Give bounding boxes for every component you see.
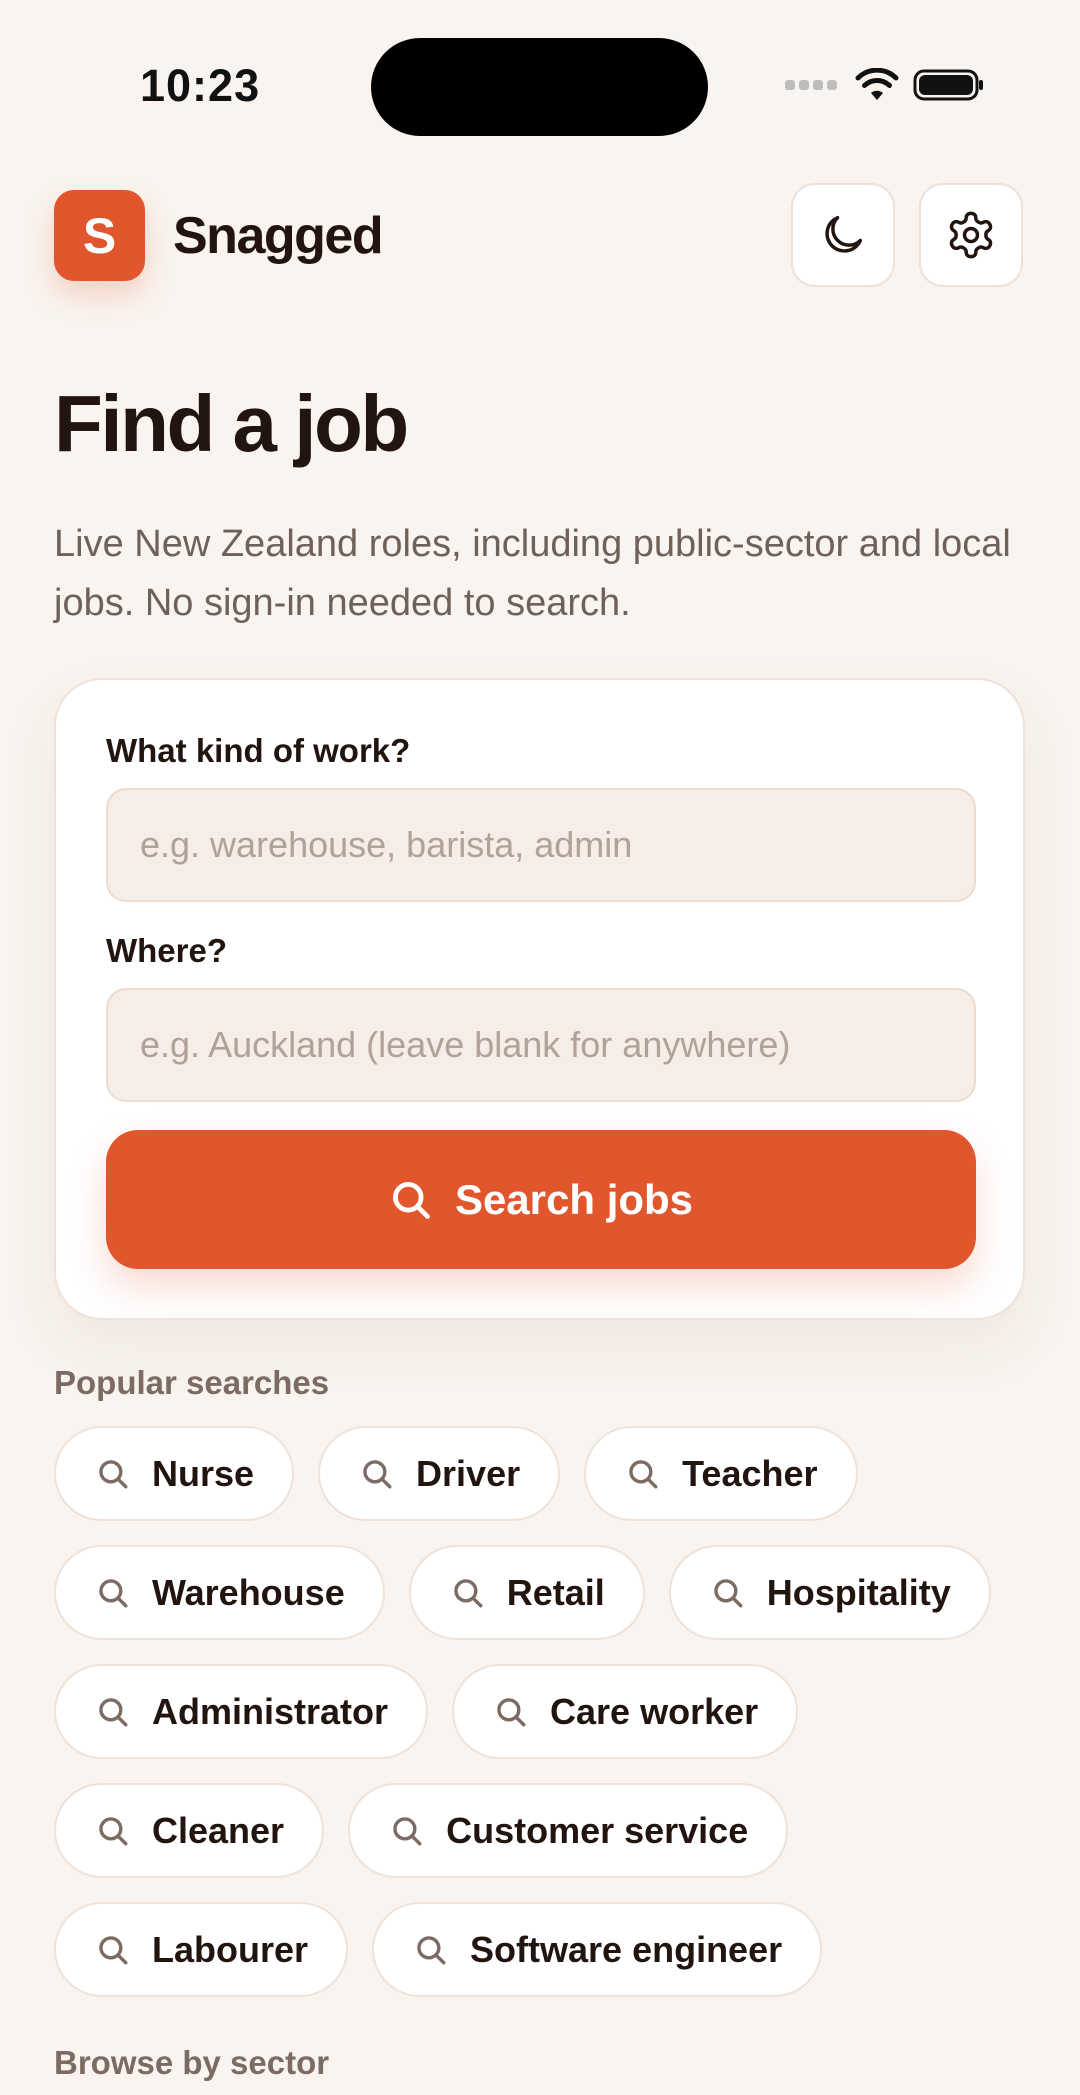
wifi-icon xyxy=(855,68,899,100)
popular-search-chip[interactable]: Labourer xyxy=(54,1902,349,1997)
status-indicators xyxy=(785,68,985,102)
chip-label: Hospitality xyxy=(766,1571,951,1613)
search-jobs-label: Search jobs xyxy=(454,1175,694,1223)
app-name: Snagged xyxy=(173,207,384,265)
chip-label: Teacher xyxy=(682,1452,818,1494)
chip-label: Administrator xyxy=(152,1690,389,1732)
app-logo[interactable]: S xyxy=(54,190,145,281)
search-icon xyxy=(96,1457,130,1491)
popular-search-chip[interactable]: Nurse xyxy=(54,1426,295,1521)
moon-icon xyxy=(825,215,863,253)
chip-label: Cleaner xyxy=(152,1809,285,1851)
search-icon xyxy=(96,1933,130,1967)
search-jobs-button[interactable]: Search jobs xyxy=(106,1130,976,1269)
search-icon xyxy=(96,1814,130,1848)
popular-searches-heading: Popular searches xyxy=(54,1364,330,1401)
popular-search-chip[interactable]: Hospitality xyxy=(668,1545,991,1640)
popular-search-chip[interactable]: Retail xyxy=(408,1545,645,1640)
search-card: What kind of work? Where? Search jobs xyxy=(54,678,1025,1320)
battery-icon xyxy=(913,69,983,101)
gear-icon xyxy=(949,211,993,259)
search-icon xyxy=(96,1695,130,1729)
dynamic-island xyxy=(371,38,708,136)
chip-label: Retail xyxy=(506,1571,605,1613)
search-icon xyxy=(96,1576,130,1610)
popular-search-chip[interactable]: Administrator xyxy=(54,1664,429,1759)
search-icon xyxy=(360,1457,394,1491)
chip-label: Customer service xyxy=(446,1809,749,1851)
chip-label: Software engineer xyxy=(470,1928,783,1970)
search-icon xyxy=(390,1814,424,1848)
chip-label: Labourer xyxy=(152,1928,309,1970)
theme-toggle-button[interactable] xyxy=(791,183,895,287)
popular-search-chip[interactable]: Driver xyxy=(318,1426,561,1521)
chip-label: Nurse xyxy=(152,1452,255,1494)
popular-search-chip[interactable]: Warehouse xyxy=(54,1545,385,1640)
popular-search-chip[interactable]: Customer service xyxy=(348,1783,789,1878)
browse-by-sector-heading: Browse by sector xyxy=(54,2044,330,2081)
settings-button[interactable] xyxy=(919,183,1023,287)
work-search-input[interactable] xyxy=(106,788,976,902)
app-header: S Snagged xyxy=(54,183,1026,290)
popular-search-chip[interactable]: Care worker xyxy=(452,1664,799,1759)
search-icon xyxy=(392,1181,430,1219)
popular-searches-list: Nurse Driver Teacher Warehouse Retail Hospita… xyxy=(54,1426,1034,1997)
search-icon xyxy=(626,1457,660,1491)
popular-search-chip[interactable]: Cleaner xyxy=(54,1783,325,1878)
chip-label: Warehouse xyxy=(152,1571,345,1613)
work-field-label: What kind of work? xyxy=(106,732,411,769)
popular-search-chip[interactable]: Teacher xyxy=(584,1426,858,1521)
location-search-input[interactable] xyxy=(106,988,976,1102)
cellular-signal-icon xyxy=(785,80,837,90)
chip-label: Driver xyxy=(416,1452,521,1494)
search-icon xyxy=(451,1576,485,1610)
page-subtitle: Live New Zealand roles, including public… xyxy=(54,523,1011,624)
page-title: Find a job xyxy=(54,379,409,468)
status-time: 10:23 xyxy=(140,60,261,111)
status-bar: 10:23 xyxy=(0,0,1080,175)
search-icon xyxy=(494,1695,528,1729)
search-icon xyxy=(711,1576,745,1610)
popular-search-chip[interactable]: Software engineer xyxy=(372,1902,823,1997)
where-field-label: Where? xyxy=(106,932,228,969)
search-icon xyxy=(414,1933,448,1967)
chip-label: Care worker xyxy=(550,1690,759,1732)
